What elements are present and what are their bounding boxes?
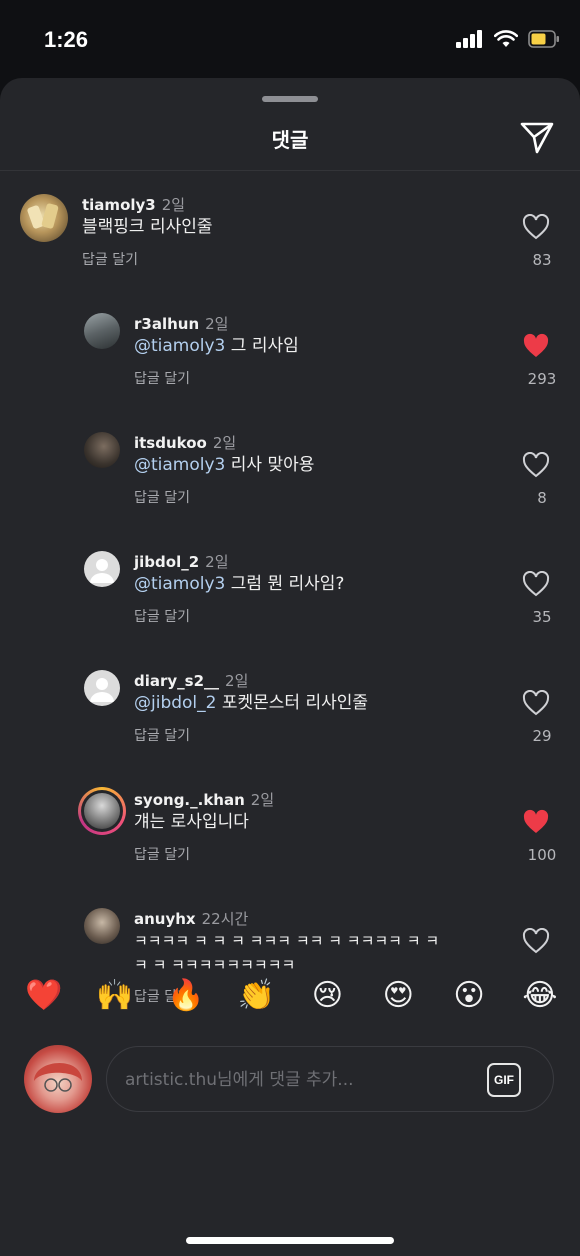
- comment-text: @tiamoly3 그럼 뭔 리사임?: [134, 572, 344, 596]
- status-icons: [456, 30, 560, 48]
- comment-body: 걔는 로사입니다: [134, 812, 249, 832]
- comment-text: @tiamoly3 그 리사임: [134, 334, 299, 358]
- comment-meta: jibdol_2 2일: [134, 551, 229, 572]
- comment-time: 2일: [225, 672, 249, 690]
- username[interactable]: syong._.khan: [134, 791, 245, 809]
- comment-input-field[interactable]: GIF: [106, 1046, 554, 1112]
- reply-button[interactable]: 답글 달기: [82, 249, 138, 269]
- comment-time: 2일: [205, 315, 229, 333]
- comment-meta: anuyhx 22시간: [134, 908, 248, 929]
- reply-button[interactable]: 답글 달기: [134, 487, 190, 507]
- avatar[interactable]: [84, 432, 120, 468]
- username[interactable]: tiamoly3: [82, 196, 156, 214]
- like-count: 100: [527, 846, 557, 864]
- sheet-title: 댓글: [271, 128, 309, 152]
- status-bar: 1:26: [0, 0, 580, 78]
- comment-body-line: ㅋ ㅋ ㅋㅋㅋㅋㅋㅋㅋㅋㅋ: [134, 956, 296, 974]
- avatar[interactable]: [84, 313, 120, 349]
- comment-meta: tiamoly3 2일: [82, 194, 185, 215]
- status-time: 1:26: [44, 27, 89, 52]
- comment-text: @jibdol_2 포켓몬스터 리사인줄: [134, 691, 368, 715]
- heart-icon[interactable]: [522, 928, 550, 954]
- comment-text: 걔는 로사입니다: [134, 810, 249, 834]
- heart-icon[interactable]: [522, 571, 550, 597]
- food-photo-icon: [27, 203, 59, 229]
- reply-button[interactable]: 답글 달기: [134, 725, 190, 745]
- mention-link[interactable]: @jibdol_2: [134, 693, 216, 713]
- comment-body: 리사 맞아용: [225, 455, 315, 475]
- comment-body: 그 리사임: [225, 336, 299, 356]
- comment-body: 포켓몬스터 리사인줄: [216, 693, 369, 713]
- wifi-icon: [494, 30, 518, 47]
- comment-time: 2일: [161, 196, 186, 214]
- heart-emoji-button[interactable]: ❤️: [22, 978, 66, 1013]
- heart-filled-icon[interactable]: [522, 333, 550, 359]
- my-avatar: [24, 1045, 92, 1113]
- comment-body: 블랙핑크 리사인줄: [82, 217, 213, 237]
- sheet-grabber[interactable]: [262, 96, 318, 102]
- comment-composer: GIF: [0, 1045, 580, 1125]
- username[interactable]: itsdukoo: [134, 434, 207, 452]
- fire-emoji-button[interactable]: 🔥: [164, 978, 208, 1013]
- heart-icon[interactable]: [522, 690, 550, 716]
- username[interactable]: anuyhx: [134, 910, 196, 928]
- like-count: 83: [532, 251, 552, 269]
- surprised-emoji-button[interactable]: 😮: [447, 978, 491, 1013]
- comment-text: 블랙핑크 리사인줄: [82, 215, 213, 239]
- heart-eyes-emoji-button[interactable]: 😍: [376, 978, 420, 1013]
- sheet-divider: [0, 170, 580, 171]
- mention-link[interactable]: @tiamoly3: [134, 574, 225, 594]
- comment-meta: r3alhun 2일: [134, 313, 228, 334]
- reaction-bar: ❤️ 🙌 🔥 👏 😢 😍 😮 😂: [22, 978, 562, 1013]
- home-indicator[interactable]: [186, 1237, 394, 1244]
- comment-time: 22시간: [201, 910, 249, 928]
- reply-button[interactable]: 답글 달기: [134, 606, 190, 626]
- mention-link[interactable]: @tiamoly3: [134, 455, 225, 475]
- my-avatar-face: [34, 1062, 82, 1092]
- comment-time: 2일: [205, 553, 229, 571]
- avatar[interactable]: [84, 908, 120, 944]
- default-avatar-icon[interactable]: [84, 551, 120, 587]
- comment-text: ㅋㅋㅋㅋ ㅋ ㅋ ㅋ ㅋㅋㅋ ㅋㅋ ㅋ ㅋㅋㅋㅋ ㅋ ㅋ ㅋ ㅋ ㅋㅋㅋㅋㅋㅋㅋ…: [134, 929, 494, 977]
- comment-body-line: ㅋㅋㅋㅋ ㅋ ㅋ ㅋ ㅋㅋㅋ ㅋㅋ ㅋ ㅋㅋㅋㅋ ㅋ ㅋ: [134, 932, 440, 950]
- crying-emoji-button[interactable]: 😢: [305, 978, 349, 1013]
- comment-meta: itsdukoo 2일: [134, 432, 236, 453]
- signal-icon: [456, 30, 482, 48]
- send-icon[interactable]: [518, 118, 556, 156]
- mention-link[interactable]: @tiamoly3: [134, 336, 225, 356]
- like-count: 293: [527, 370, 557, 388]
- comment-time: 2일: [212, 434, 237, 452]
- default-avatar-icon[interactable]: [84, 670, 120, 706]
- reply-button[interactable]: 답글 달기: [134, 368, 190, 388]
- like-count: 8: [537, 489, 547, 507]
- clap-emoji-button[interactable]: 👏: [235, 978, 279, 1013]
- raised-hands-emoji-button[interactable]: 🙌: [93, 978, 137, 1013]
- like-count: 29: [532, 727, 552, 745]
- comment-body: 그럼 뭔 리사임?: [225, 574, 345, 594]
- comment-meta: syong._.khan 2일: [134, 789, 274, 810]
- battery-icon: [528, 30, 559, 48]
- comment-input[interactable]: [125, 1065, 465, 1095]
- avatar[interactable]: [20, 194, 68, 242]
- like-count: 35: [532, 608, 552, 626]
- laughing-emoji-button[interactable]: 😂: [518, 978, 562, 1013]
- username[interactable]: diary_s2__: [134, 672, 219, 690]
- comment-time: 2일: [250, 791, 275, 809]
- heart-icon[interactable]: [522, 452, 550, 478]
- heart-icon[interactable]: [522, 214, 550, 240]
- story-ring-avatar[interactable]: [78, 787, 126, 835]
- comment-text: @tiamoly3 리사 맞아용: [134, 453, 314, 477]
- gif-button[interactable]: GIF: [487, 1063, 521, 1097]
- reply-button[interactable]: 답글 달기: [134, 844, 190, 864]
- username[interactable]: r3alhun: [134, 315, 199, 333]
- heart-filled-icon[interactable]: [522, 809, 550, 835]
- comment-meta: diary_s2__ 2일: [134, 670, 248, 691]
- username[interactable]: jibdol_2: [134, 553, 199, 571]
